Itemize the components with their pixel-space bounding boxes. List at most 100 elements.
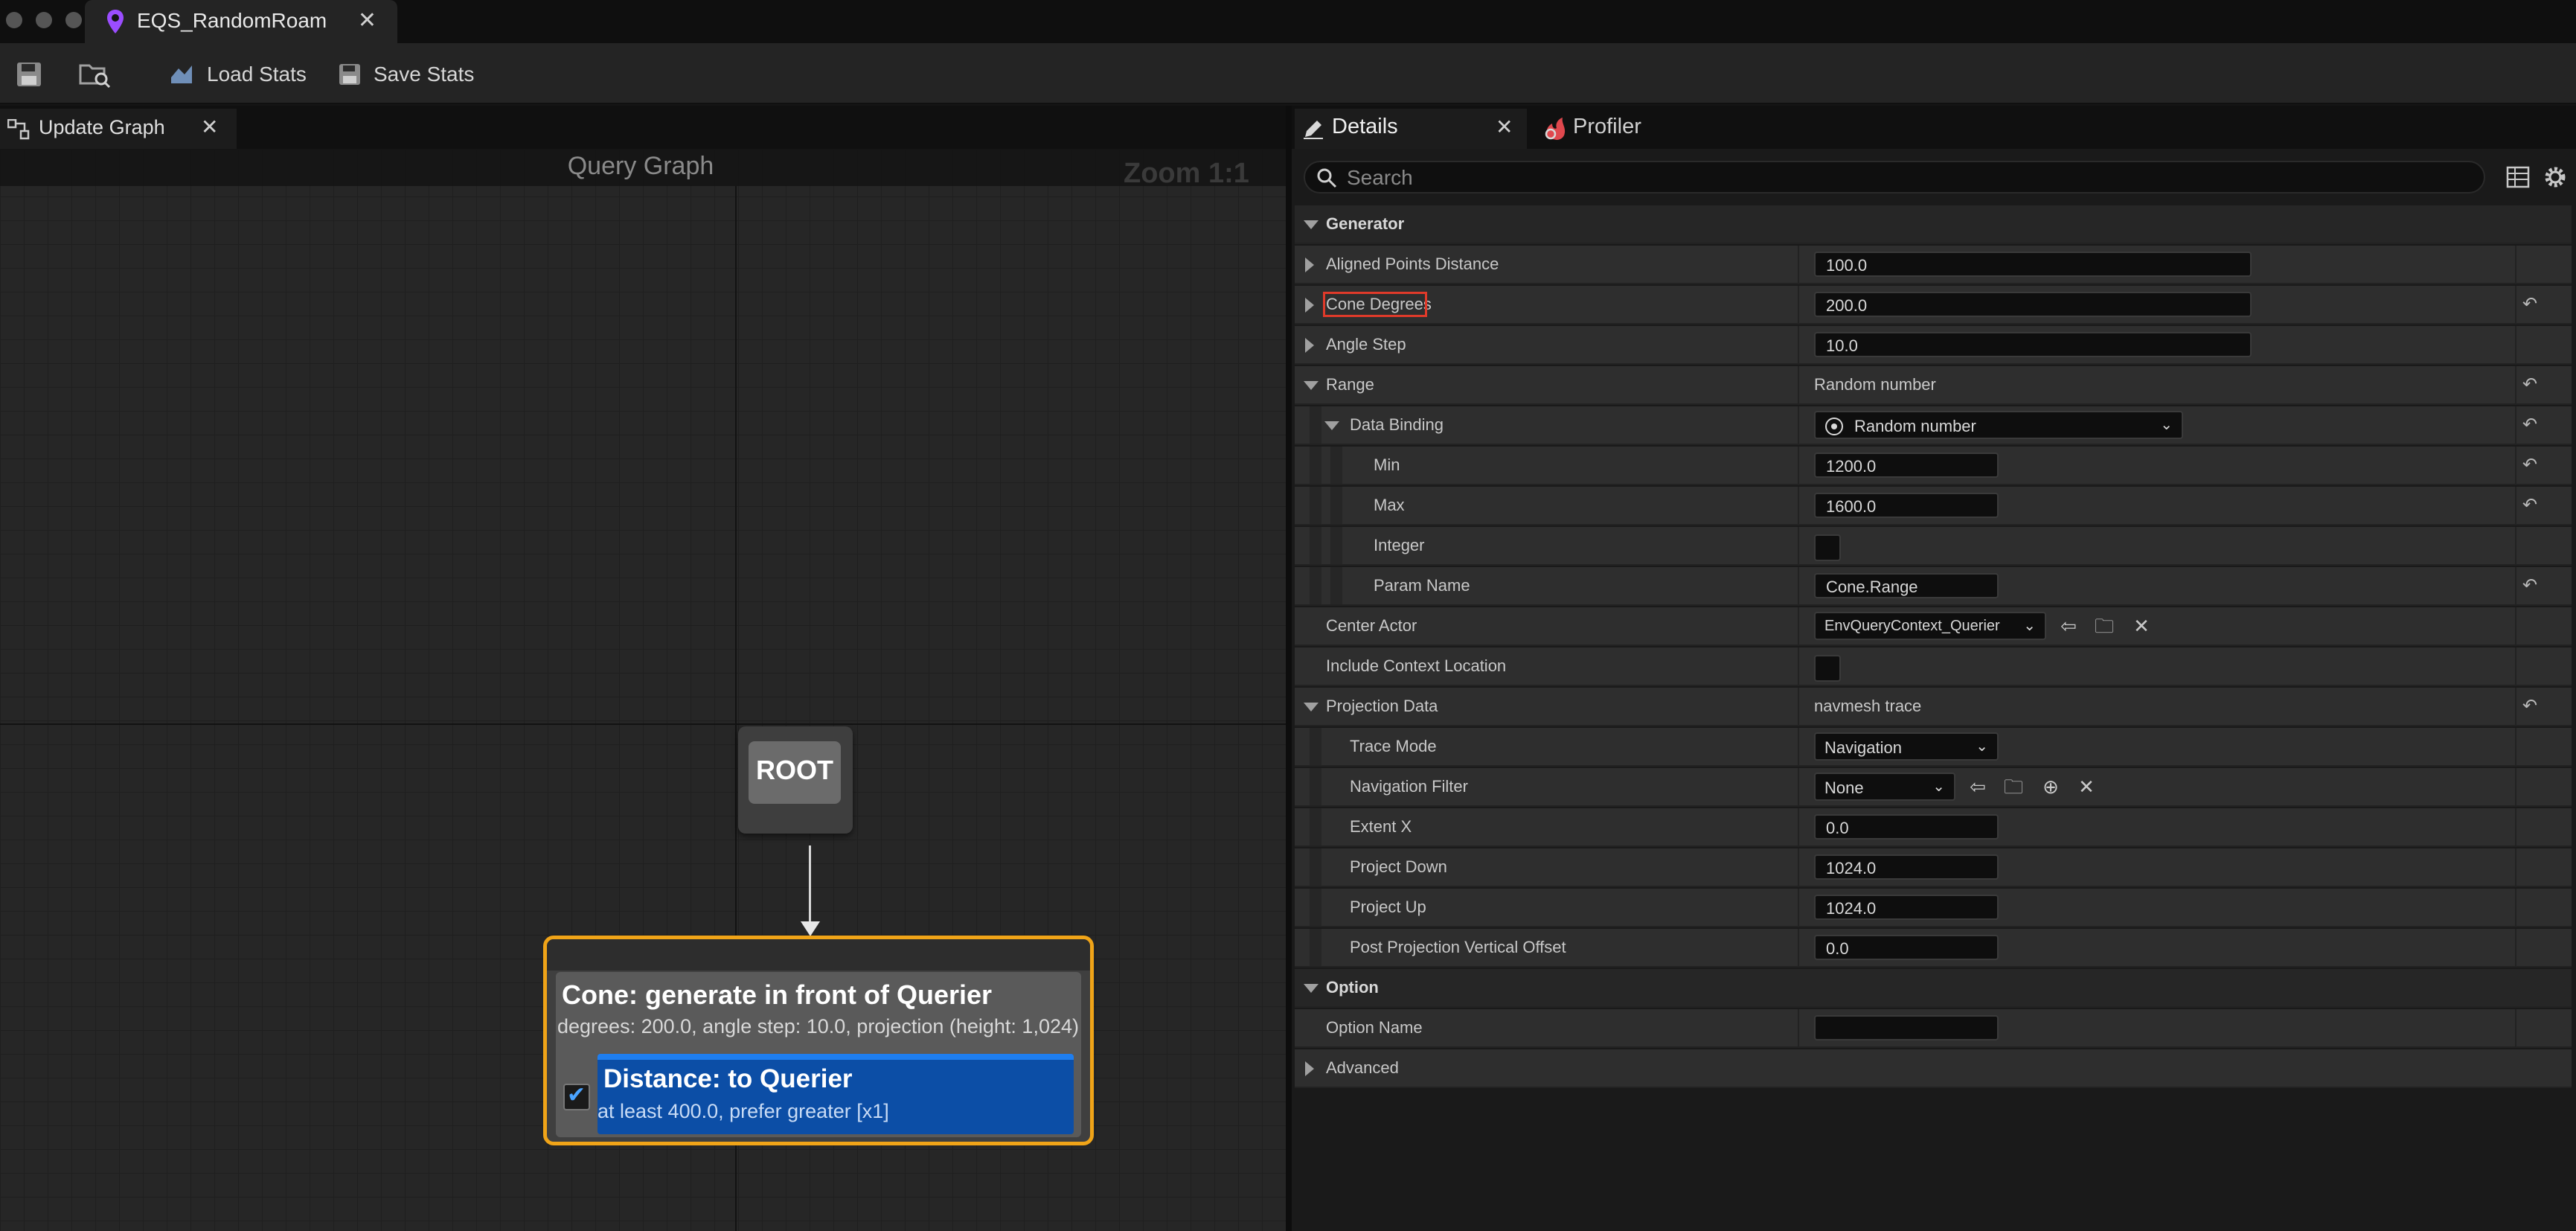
clear-icon[interactable]: ✕: [2073, 774, 2100, 801]
max-input[interactable]: 1600.0: [1814, 493, 1999, 518]
post-projection-vertical-offset-input[interactable]: 0.0: [1814, 935, 1999, 960]
load-stats-button[interactable]: Load Stats: [168, 58, 307, 91]
integer-checkbox[interactable]: [1814, 534, 1841, 561]
check-icon: ✔: [567, 1083, 586, 1107]
expand-arrow-icon[interactable]: [1305, 338, 1314, 353]
property-project-down: Project Down 1024.0: [1295, 848, 2572, 887]
cone-node-title: Cone: generate in front of Querier: [562, 979, 993, 1010]
search-input[interactable]: [1345, 165, 2464, 191]
project-up-input[interactable]: 1024.0: [1814, 895, 1999, 920]
zoom-level: Zoom 1:1: [1124, 158, 1249, 189]
document-tab[interactable]: EQS_RandomRoam ✕: [85, 0, 397, 43]
property-label: Min: [1374, 455, 1400, 474]
document-tab-title: EQS_RandomRoam: [137, 9, 327, 32]
expand-arrow-icon[interactable]: [1324, 421, 1339, 430]
property-label: Extent X: [1350, 817, 1412, 836]
property-label: Option: [1326, 978, 1379, 997]
distance-test-enable-checkbox[interactable]: ✔: [563, 1083, 590, 1110]
cone-node-header: [547, 939, 1090, 971]
pencil-icon: [1304, 121, 1323, 139]
cone-degrees-highlight-box: [1323, 292, 1427, 317]
reset-to-default-icon[interactable]: ↶: [2522, 374, 2537, 395]
expand-arrow-icon[interactable]: [1304, 703, 1319, 712]
expand-arrow-icon[interactable]: [1305, 298, 1314, 313]
param-name-input[interactable]: Cone.Range: [1814, 573, 1999, 598]
min-input[interactable]: 1200.0: [1814, 453, 1999, 478]
settings-gear-icon[interactable]: [2542, 164, 2569, 191]
property-extent-x: Extent X 0.0: [1295, 808, 2572, 847]
center-actor-dropdown[interactable]: EnvQueryContext_Querier ⌄: [1814, 612, 2046, 640]
angle-step-input[interactable]: 10.0: [1814, 332, 2252, 357]
property-label: Navigation Filter: [1350, 777, 1468, 796]
trace-mode-dropdown[interactable]: Navigation ⌄: [1814, 732, 1999, 761]
chevron-down-icon: ⌄: [2160, 417, 2173, 433]
cone-generator-node[interactable]: Cone: generate in front of Querier degre…: [543, 936, 1094, 1145]
distance-test-title: Distance: to Querier: [603, 1064, 853, 1093]
tab-update-graph-close-icon[interactable]: ✕: [201, 115, 218, 139]
use-selected-icon[interactable]: ⇦: [2055, 613, 2082, 640]
property-label: Post Projection Vertical Offset: [1350, 938, 1566, 956]
project-down-input[interactable]: 1024.0: [1814, 854, 1999, 880]
browse-folder-icon[interactable]: 🗀: [2000, 774, 2027, 801]
extent-x-input[interactable]: 0.0: [1814, 814, 1999, 840]
browse-asset-button[interactable]: [79, 58, 112, 91]
data-binding-dropdown[interactable]: Random number ⌄: [1814, 411, 2183, 439]
expand-arrow-icon[interactable]: [1304, 381, 1319, 390]
save-stats-icon: [339, 64, 360, 85]
trace-mode-value: Navigation: [1824, 738, 1902, 757]
option-name-input[interactable]: [1814, 1015, 1999, 1040]
property-range: Range Random number ↶: [1295, 366, 2572, 405]
clear-icon[interactable]: ✕: [2128, 613, 2155, 640]
tab-details[interactable]: Details ✕: [1295, 109, 1527, 149]
window-minimize-dot[interactable]: [36, 12, 52, 28]
chevron-down-icon: ⌄: [2023, 618, 2036, 634]
property-label: Include Context Location: [1326, 656, 1507, 675]
property-post-projection-vertical-offset: Post Projection Vertical Offset 0.0: [1295, 929, 2572, 968]
reset-to-default-icon[interactable]: ↶: [2522, 293, 2537, 315]
category-advanced[interactable]: Advanced: [1295, 1049, 2572, 1088]
graph-icon: [7, 119, 30, 140]
category-generator[interactable]: Generator: [1295, 205, 2572, 244]
use-selected-icon[interactable]: ⇦: [1964, 774, 1991, 801]
table-view-icon[interactable]: [2506, 165, 2530, 189]
category-option[interactable]: Option: [1295, 969, 2572, 1008]
expand-arrow-icon[interactable]: [1305, 1061, 1314, 1076]
tab-profiler[interactable]: Profiler: [1539, 109, 1717, 149]
reset-to-default-icon[interactable]: ↶: [2522, 494, 2537, 516]
panel-splitter[interactable]: [1286, 106, 1292, 1231]
property-label: Cone Degrees: [1323, 292, 1432, 317]
root-node[interactable]: ROOT: [738, 726, 853, 834]
browse-folder-icon[interactable]: 🗀: [2091, 613, 2118, 640]
projection-data-value: navmesh trace: [1814, 697, 1922, 715]
reset-to-default-icon[interactable]: ↶: [2522, 414, 2537, 435]
window-maximize-dot[interactable]: [65, 12, 82, 28]
tab-details-close-icon[interactable]: ✕: [1496, 115, 1513, 139]
profiler-icon: [1545, 118, 1566, 140]
document-tab-close-icon[interactable]: ✕: [358, 7, 377, 33]
cone-degrees-input[interactable]: 200.0: [1814, 292, 2252, 317]
aligned-points-distance-input[interactable]: 100.0: [1814, 252, 2252, 277]
root-node-body: ROOT: [749, 741, 841, 804]
tab-update-graph[interactable]: Update Graph ✕: [0, 109, 237, 149]
expand-arrow-icon[interactable]: [1304, 220, 1319, 229]
reset-to-default-icon[interactable]: ↶: [2522, 575, 2537, 596]
distance-test-node[interactable]: Distance: to Querier at least 400.0, pre…: [597, 1054, 1074, 1134]
navigation-filter-dropdown[interactable]: None ⌄: [1814, 773, 1955, 801]
property-label: Data Binding: [1350, 415, 1444, 434]
cone-node-body: Cone: generate in front of Querier degre…: [556, 972, 1081, 1137]
window-close-dot[interactable]: [6, 12, 22, 28]
reset-to-default-icon[interactable]: ↶: [2522, 695, 2537, 717]
expand-arrow-icon[interactable]: [1304, 984, 1319, 993]
add-icon[interactable]: ⊕: [2037, 774, 2064, 801]
details-search-box[interactable]: [1304, 161, 2485, 194]
property-label: Range: [1326, 375, 1374, 394]
reset-to-default-icon[interactable]: ↶: [2522, 454, 2537, 476]
include-context-location-checkbox[interactable]: [1814, 655, 1841, 682]
distance-test-description: at least 400.0, prefer greater [x1]: [597, 1100, 889, 1122]
property-angle-step: Angle Step 10.0: [1295, 326, 2572, 365]
expand-arrow-icon[interactable]: [1305, 258, 1314, 272]
property-project-up: Project Up 1024.0: [1295, 889, 2572, 927]
center-actor-value: EnvQueryContext_Querier: [1824, 618, 2000, 634]
save-asset-button[interactable]: [15, 58, 43, 91]
save-stats-button[interactable]: Save Stats: [338, 58, 474, 91]
